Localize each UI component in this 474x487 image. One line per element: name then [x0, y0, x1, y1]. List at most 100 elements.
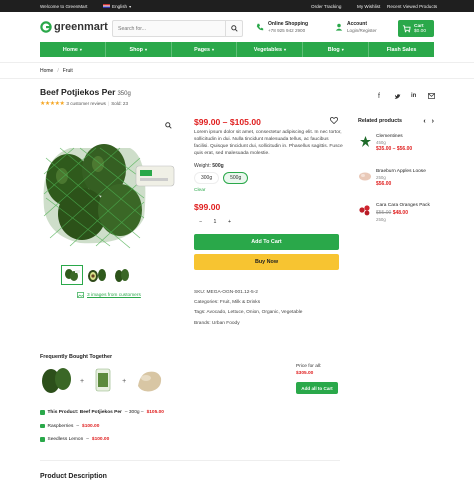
facebook-icon[interactable]: f	[378, 93, 380, 100]
welcome-text: Welcome to GreenMart	[40, 3, 88, 9]
braeburn-apples-image	[358, 169, 372, 183]
search-button[interactable]	[225, 21, 242, 36]
wishlist-heart-icon[interactable]	[330, 117, 338, 126]
fbt-item[interactable]: This Product: Beef Potjiekos Per – 300g …	[40, 406, 164, 419]
breadcrumb-home[interactable]: Home	[40, 68, 53, 74]
chevron-down-icon: ▾	[283, 47, 286, 52]
quantity-value[interactable]: 1	[214, 219, 217, 225]
related-item[interactable]: Braeburn Apples Loose 250g $56.00	[358, 169, 426, 188]
user-icon	[335, 23, 343, 31]
header: greenmart Online Shopping +78 925 942 29…	[0, 12, 474, 42]
twitter-icon[interactable]	[394, 93, 401, 102]
fbt-raspberries-image[interactable]	[92, 367, 114, 395]
related-products: Related products ‹ › Clementines 450g $3…	[358, 115, 434, 223]
buy-now-button[interactable]: Buy Now	[194, 254, 339, 270]
rating-stars-icon: ★★★★★	[40, 101, 65, 107]
related-item[interactable]: Clementines 450g $35.00 – $56.00	[358, 134, 412, 153]
product-title: Beef Potjiekos Per	[40, 87, 116, 97]
weight-option-500g[interactable]: 500g	[223, 172, 249, 184]
quantity-increase-button[interactable]: +	[228, 219, 231, 225]
nav-vegetables[interactable]: Vegetables ▾	[237, 42, 304, 57]
nav-blog[interactable]: Blog ▾	[303, 42, 370, 57]
chevron-left-icon[interactable]: ‹	[423, 118, 425, 125]
cart-button[interactable]: Cart $0.00	[398, 20, 434, 37]
add-to-cart-button[interactable]: Add To Cart	[194, 234, 339, 250]
categories-text[interactable]: Categories: Fruit, Milk & Drinks	[194, 298, 302, 308]
product-weight: 350g	[117, 91, 131, 97]
cart-total: $0.00	[414, 28, 427, 34]
related-item[interactable]: Cara Cara Oranges Pack $55.00 $48.00 250…	[358, 203, 430, 223]
recent-viewed-link[interactable]: Recent Viewed Products	[387, 4, 437, 9]
phone-number[interactable]: +78 925 942 2900	[268, 28, 308, 33]
breadcrumb-separator: /	[57, 68, 59, 74]
add-all-to-cart-button[interactable]: Add all to Cart	[296, 382, 338, 394]
chevron-down-icon: ▾	[144, 47, 147, 52]
logo-icon	[40, 21, 52, 33]
plus-icon: +	[80, 377, 85, 385]
product-main-image[interactable]	[40, 118, 177, 258]
fbt-item[interactable]: Raspberries – $100.00	[40, 419, 164, 432]
quantity-decrease-button[interactable]: −	[199, 219, 202, 225]
nav-pages[interactable]: Pages ▾	[172, 42, 238, 57]
my-wishlist-link[interactable]: My Wishlist	[357, 4, 380, 9]
cara-cara-oranges-image	[358, 203, 372, 217]
weight-label: Weight: 500g	[194, 163, 224, 169]
account-title: Account	[347, 21, 367, 27]
fbt-list: This Product: Beef Potjiekos Per – 300g …	[40, 406, 164, 446]
logo-text: greenmart	[54, 21, 108, 33]
checkbox-checked-icon[interactable]	[40, 423, 45, 429]
variant-price: $99.00	[194, 202, 221, 212]
fbt-lemon-image[interactable]	[134, 366, 164, 396]
chevron-right-icon[interactable]: ›	[432, 118, 434, 125]
login-register-link[interactable]: Login/Register	[347, 28, 377, 33]
breadcrumb-current: Fruit	[62, 68, 73, 74]
search-bar	[112, 20, 243, 37]
online-shopping-info: Online Shopping +78 925 942 2900	[256, 21, 308, 33]
nav-flash-sales[interactable]: Flash Sales	[369, 42, 434, 57]
thumbnail-2[interactable]	[86, 265, 108, 285]
language-selector[interactable]: English ▾	[103, 4, 131, 9]
fbt-images: + +	[40, 366, 164, 396]
quantity-stepper: − 1 +	[194, 215, 236, 228]
tags-text[interactable]: Tags: Avocado, Lettuce, Onion, Organic, …	[194, 308, 302, 318]
search-icon	[230, 25, 238, 32]
product-rating: ★★★★★ 3 customer reviews | Sold: 23	[40, 100, 128, 107]
plus-icon: +	[122, 377, 127, 385]
fbt-product-image[interactable]	[40, 366, 72, 396]
uk-flag-icon	[103, 3, 110, 9]
brands-text[interactable]: Brands: Urban Foody	[194, 319, 302, 329]
chevron-down-icon: ▾	[341, 47, 344, 52]
cart-icon	[402, 25, 411, 33]
fbt-item[interactable]: Seedless Lemon – $100.00	[40, 433, 164, 446]
page-title: Beef Potjiekos Per 350g	[40, 87, 131, 97]
product-description: Lorem ipsum dolor sit amet, consectetur …	[194, 130, 343, 156]
thumbnail-1[interactable]	[61, 265, 83, 285]
nav-shop[interactable]: Shop ▾	[106, 42, 172, 57]
linkedin-icon[interactable]: in	[411, 93, 416, 99]
checkbox-checked-icon[interactable]	[40, 410, 45, 415]
checkbox-checked-icon[interactable]	[40, 437, 45, 442]
customer-images-link[interactable]: 3 images from customers	[77, 292, 141, 298]
online-shopping-title: Online Shopping	[268, 21, 308, 27]
order-tracking-link[interactable]: Order Tracking	[311, 4, 341, 9]
clementines-image	[358, 134, 372, 148]
section-divider	[40, 460, 340, 461]
email-icon[interactable]	[428, 93, 435, 101]
fbt-title: Frequently Bought Together	[40, 354, 113, 360]
thumbnail-3[interactable]	[111, 265, 133, 285]
language-label: English	[112, 3, 128, 9]
main-nav: Home ▾ Shop ▾ Pages ▾ Vegetables ▾ Blog ▾ Fla…	[40, 42, 434, 57]
zoom-icon[interactable]	[165, 122, 172, 131]
account-info[interactable]: Account Login/Register	[335, 21, 377, 33]
price-range: $99.00 – $105.00	[194, 117, 261, 127]
reviews-link[interactable]: 3 customer reviews	[66, 101, 106, 106]
logo[interactable]: greenmart	[40, 21, 108, 33]
sold-count: Sold: 23	[111, 101, 129, 106]
breadcrumb: Home / Fruit	[0, 62, 474, 79]
search-input[interactable]	[118, 24, 218, 34]
product-description-heading: Product Description	[40, 473, 107, 480]
nav-home[interactable]: Home ▾	[40, 42, 106, 57]
related-title: Related products	[358, 118, 403, 124]
clear-selection-link[interactable]: Clear	[194, 188, 205, 193]
weight-option-300g[interactable]: 300g	[194, 172, 220, 184]
